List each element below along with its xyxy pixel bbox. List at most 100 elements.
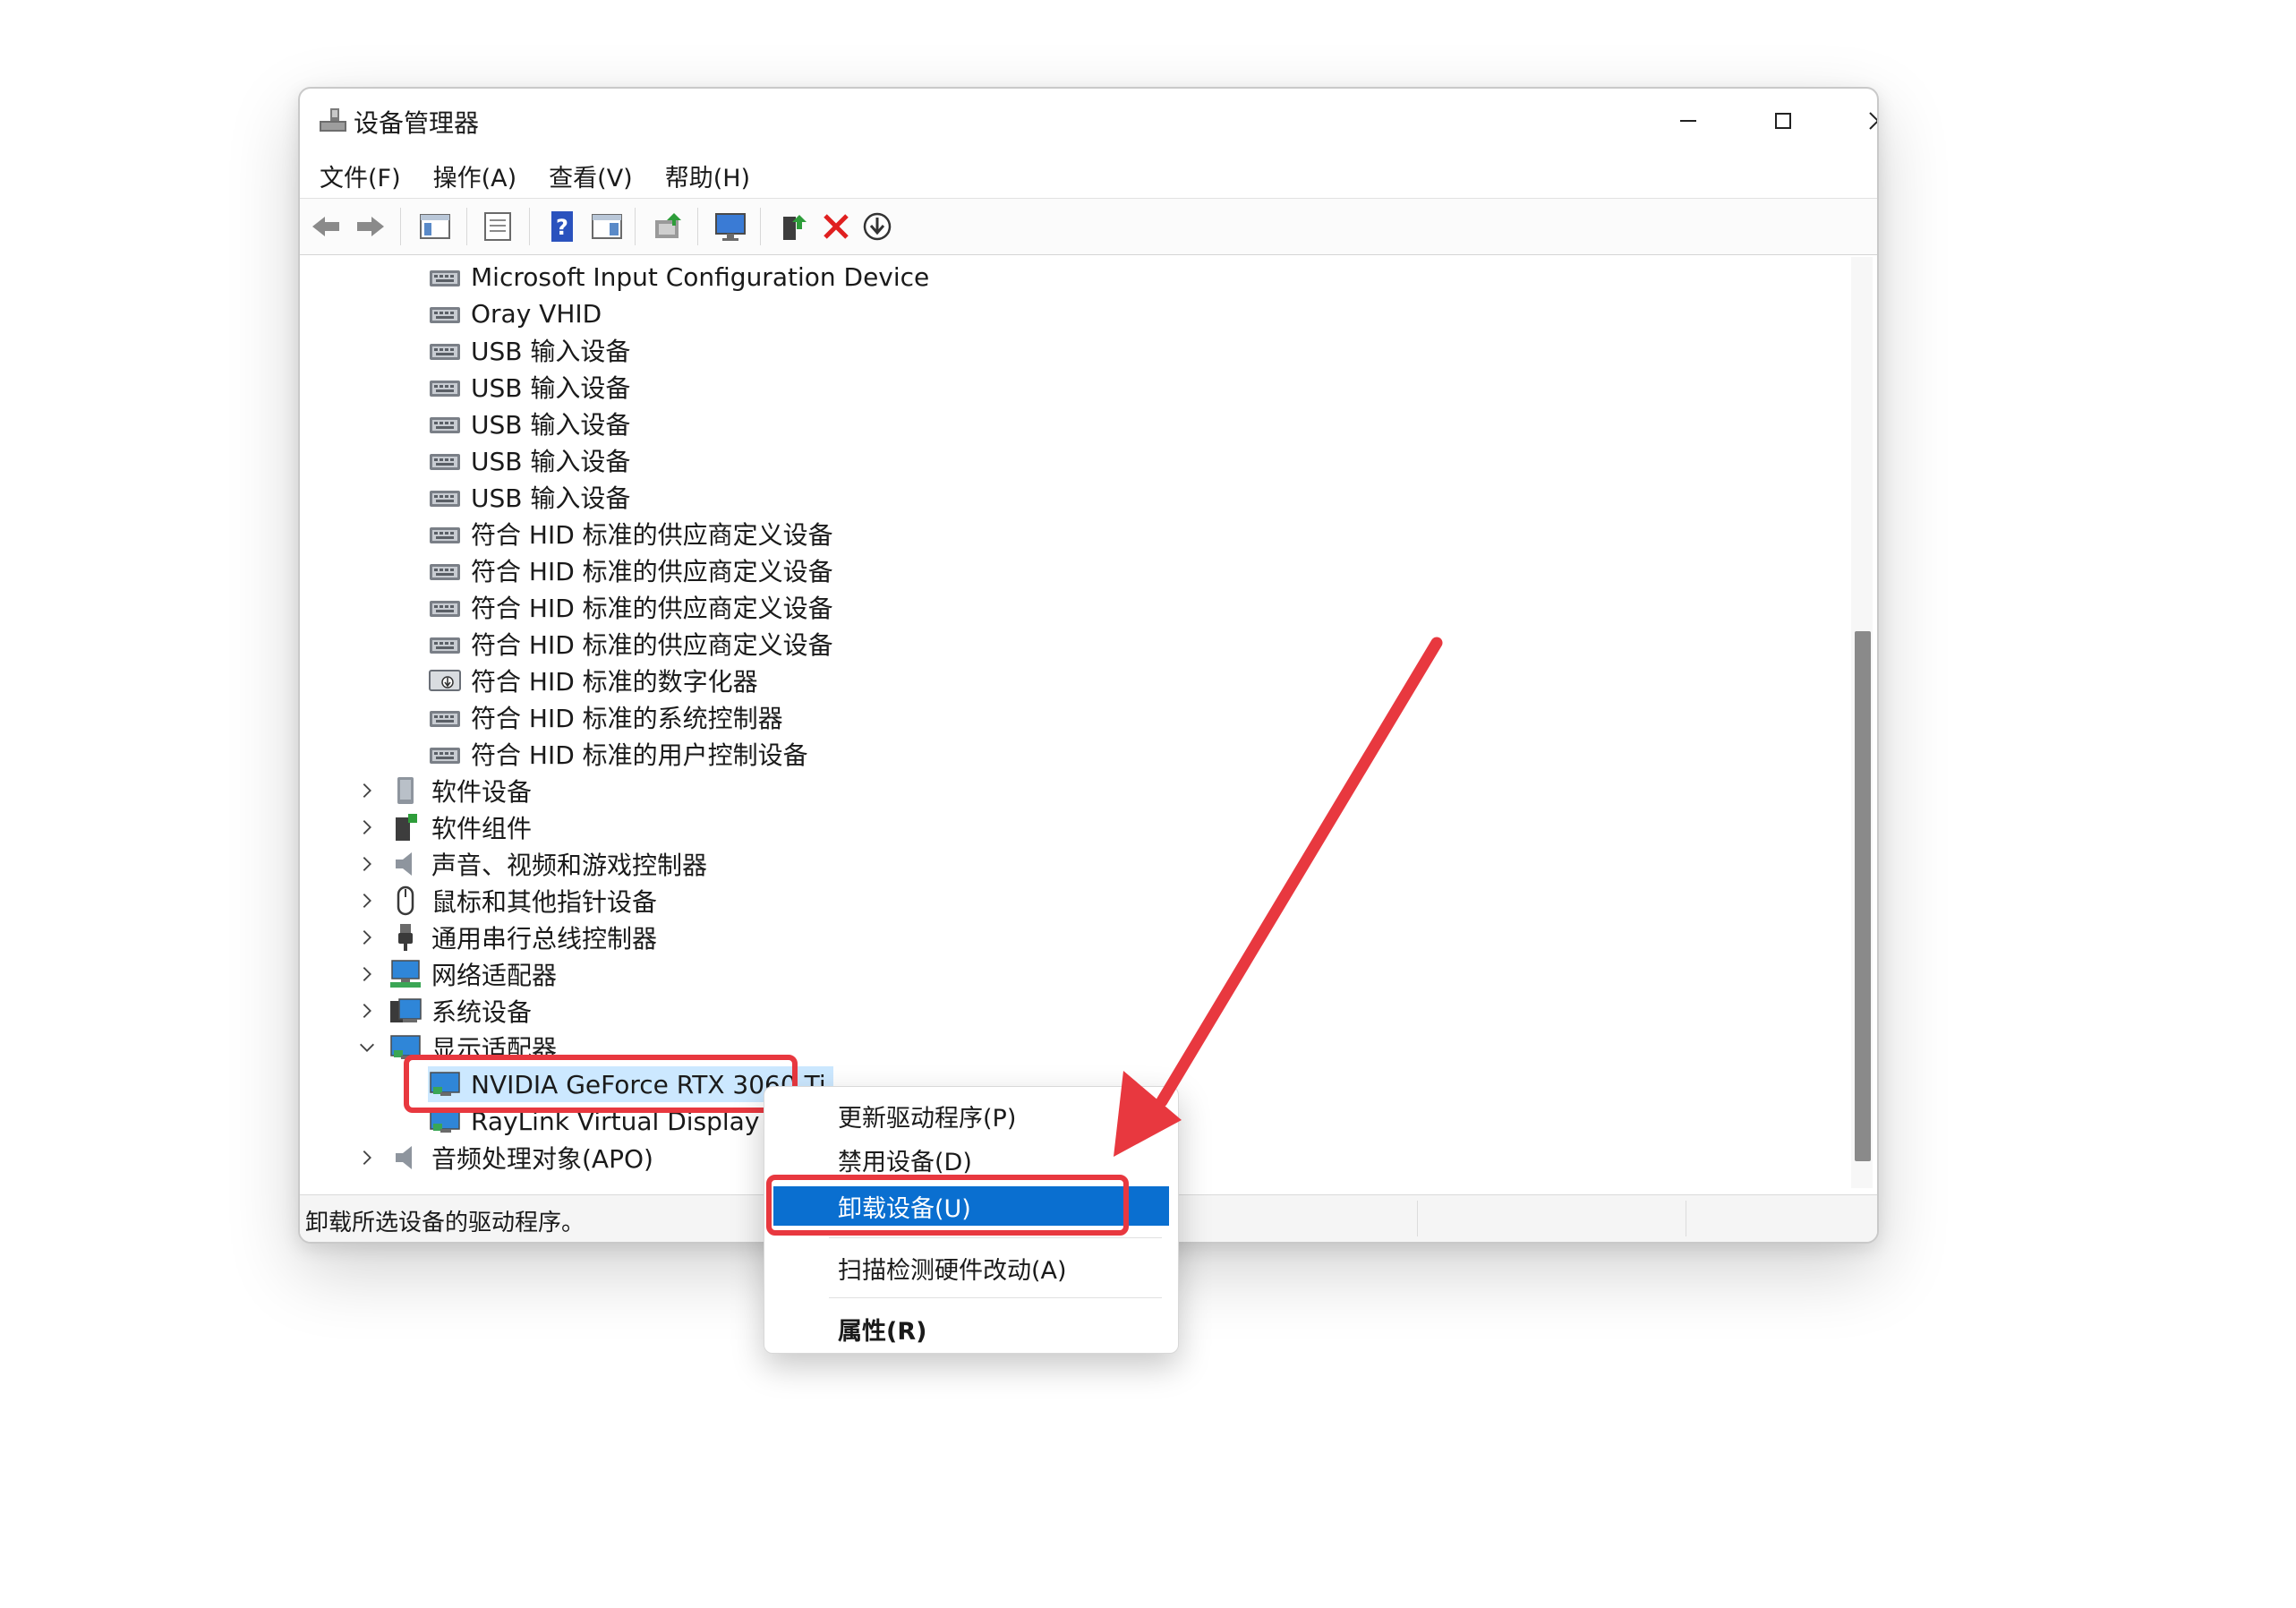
hid-keyboard-icon bbox=[428, 445, 462, 475]
hid-keyboard-icon bbox=[428, 408, 462, 439]
show-hide-console-tree-button[interactable] bbox=[418, 210, 452, 244]
ctx-scan-hardware[interactable]: 扫描检测硬件改动(A) bbox=[773, 1248, 1169, 1287]
expand-chevron-icon[interactable] bbox=[356, 1147, 378, 1168]
ctx-update-driver[interactable]: 更新驱动程序(P) bbox=[773, 1096, 1169, 1135]
update-driver-toolbar-button[interactable] bbox=[651, 210, 685, 244]
maximize-icon bbox=[1775, 113, 1791, 129]
expand-chevron-icon[interactable] bbox=[356, 963, 378, 985]
help-toolbar-button[interactable]: ? bbox=[545, 210, 579, 244]
back-arrow-icon bbox=[312, 217, 339, 236]
properties-toolbar-button[interactable] bbox=[481, 210, 515, 244]
toolbar: ? bbox=[300, 198, 1877, 255]
back-button[interactable] bbox=[309, 210, 343, 244]
tree-category-software-devices[interactable]: 软件设备 bbox=[388, 773, 532, 808]
tree-item-device[interactable]: 符合 HID 标准的供应商定义设备 bbox=[428, 516, 833, 552]
tree-item-device[interactable]: 符合 HID 标准的供应商定义设备 bbox=[428, 589, 833, 625]
tree-item-label: Microsoft Input Configuration Device bbox=[471, 261, 930, 292]
tree-category-software-components[interactable]: 软件组件 bbox=[388, 809, 532, 845]
hid-keyboard-icon bbox=[428, 482, 462, 512]
usb-icon bbox=[388, 922, 422, 953]
uninstall-device-toolbar-button[interactable] bbox=[819, 210, 853, 244]
hid-keyboard-icon bbox=[428, 739, 462, 769]
disable-device-toolbar-button[interactable] bbox=[860, 210, 894, 244]
tree-item-device[interactable]: Oray VHID bbox=[428, 295, 602, 331]
window-title: 设备管理器 bbox=[354, 108, 480, 138]
forward-arrow-icon bbox=[357, 217, 384, 236]
ctx-disable-device[interactable]: 禁用设备(D) bbox=[773, 1140, 1169, 1179]
tree-item-device[interactable]: 符合 HID 标准的系统控制器 bbox=[428, 699, 783, 735]
tree-item-device[interactable]: 符合 HID 标准的供应商定义设备 bbox=[428, 626, 833, 662]
tree-item-device[interactable]: USB 输入设备 bbox=[428, 332, 630, 368]
collapse-chevron-icon[interactable] bbox=[356, 1037, 378, 1058]
menu-file[interactable]: 文件(F) bbox=[320, 153, 417, 198]
tree-category-mice[interactable]: 鼠标和其他指针设备 bbox=[388, 883, 657, 919]
expand-chevron-icon[interactable] bbox=[356, 817, 378, 838]
tree-item-label: 符合 HID 标准的供应商定义设备 bbox=[471, 557, 833, 586]
hid-digitizer-icon bbox=[428, 665, 462, 696]
tree-category-system-devices[interactable]: 系统设备 bbox=[388, 993, 532, 1029]
vertical-scrollbar[interactable] bbox=[1851, 257, 1873, 1188]
tree-item-device[interactable]: 符合 HID 标准的数字化器 bbox=[428, 663, 758, 698]
hid-keyboard-icon bbox=[428, 592, 462, 622]
hid-keyboard-icon bbox=[428, 702, 462, 732]
tree-category-network-adapters[interactable]: 网络适配器 bbox=[388, 956, 557, 992]
expand-chevron-icon[interactable] bbox=[356, 1000, 378, 1022]
tree-category-label: 网络适配器 bbox=[431, 961, 558, 990]
title-bar: 设备管理器 bbox=[300, 89, 1877, 153]
system-device-icon bbox=[388, 996, 422, 1026]
speaker-icon bbox=[388, 1142, 422, 1173]
tree-category-sound-video-game[interactable]: 声音、视频和游戏控制器 bbox=[388, 846, 707, 882]
tree-item-label: USB 输入设备 bbox=[471, 447, 631, 476]
tree-item-label: 符合 HID 标准的供应商定义设备 bbox=[471, 520, 833, 550]
menu-help[interactable]: 帮助(H) bbox=[665, 153, 766, 198]
add-device-icon bbox=[783, 215, 807, 240]
scan-hardware-toolbar-button[interactable] bbox=[713, 210, 747, 244]
close-button[interactable] bbox=[1831, 89, 1877, 153]
hid-keyboard-icon bbox=[428, 335, 462, 365]
tree-item-device[interactable]: USB 输入设备 bbox=[428, 406, 630, 441]
expand-chevron-icon[interactable] bbox=[356, 853, 378, 875]
monitor-scan-icon bbox=[715, 213, 746, 241]
expand-chevron-icon[interactable] bbox=[356, 927, 378, 948]
menu-view[interactable]: 查看(V) bbox=[549, 153, 649, 198]
expand-chevron-icon[interactable] bbox=[356, 890, 378, 911]
tree-item-label: USB 输入设备 bbox=[471, 373, 631, 403]
tree-item-device[interactable]: USB 输入设备 bbox=[428, 369, 630, 405]
tree-category-label: 软件设备 bbox=[431, 777, 533, 807]
tree-item-device[interactable]: 符合 HID 标准的用户控制设备 bbox=[428, 736, 808, 772]
tree-item-device[interactable]: 符合 HID 标准的供应商定义设备 bbox=[428, 552, 833, 588]
tree-item-device[interactable]: Microsoft Input Configuration Device bbox=[428, 259, 929, 295]
tree-category-label: 通用串行总线控制器 bbox=[431, 924, 658, 954]
forward-button[interactable] bbox=[354, 210, 388, 244]
tree-category-label: 鼠标和其他指针设备 bbox=[431, 887, 658, 917]
tree-item-device[interactable]: USB 输入设备 bbox=[428, 479, 630, 515]
hid-keyboard-icon bbox=[428, 629, 462, 659]
annotation-highlight-box bbox=[766, 1175, 1129, 1236]
tree-item-label: 符合 HID 标准的供应商定义设备 bbox=[471, 630, 833, 660]
hid-keyboard-icon bbox=[428, 298, 462, 329]
hid-keyboard-icon bbox=[428, 261, 462, 292]
tree-category-usb-controllers[interactable]: 通用串行总线控制器 bbox=[388, 919, 657, 955]
ctx-properties[interactable]: 属性(R) bbox=[773, 1309, 1169, 1348]
tree-category-audio-processing-objects[interactable]: 音频处理对象(APO) bbox=[388, 1140, 653, 1176]
menu-action[interactable]: 操作(A) bbox=[433, 153, 533, 198]
tree-item-label: USB 输入设备 bbox=[471, 410, 631, 440]
enable-device-toolbar-button[interactable] bbox=[776, 210, 810, 244]
tree-item-device[interactable]: USB 输入设备 bbox=[428, 442, 630, 478]
tree-category-label: 软件组件 bbox=[431, 814, 533, 843]
tree-item-label: USB 输入设备 bbox=[471, 483, 631, 513]
down-arrow-circle-icon bbox=[863, 212, 892, 241]
view-pane-icon bbox=[592, 214, 622, 239]
minimize-button[interactable] bbox=[1641, 89, 1736, 153]
tree-category-label: 音频处理对象(APO) bbox=[431, 1144, 653, 1174]
tree-category-label: 系统设备 bbox=[431, 997, 533, 1027]
hid-keyboard-icon bbox=[428, 372, 462, 402]
properties-sheet-icon bbox=[484, 212, 511, 241]
tree-item-label: 符合 HID 标准的系统控制器 bbox=[471, 704, 783, 733]
scrollbar-thumb[interactable] bbox=[1855, 631, 1871, 1161]
update-driver-icon bbox=[655, 213, 681, 238]
expand-chevron-icon[interactable] bbox=[356, 780, 378, 801]
annotation-highlight-box bbox=[404, 1055, 798, 1113]
view-toolbar-button[interactable] bbox=[590, 210, 624, 244]
maximize-button[interactable] bbox=[1736, 89, 1831, 153]
